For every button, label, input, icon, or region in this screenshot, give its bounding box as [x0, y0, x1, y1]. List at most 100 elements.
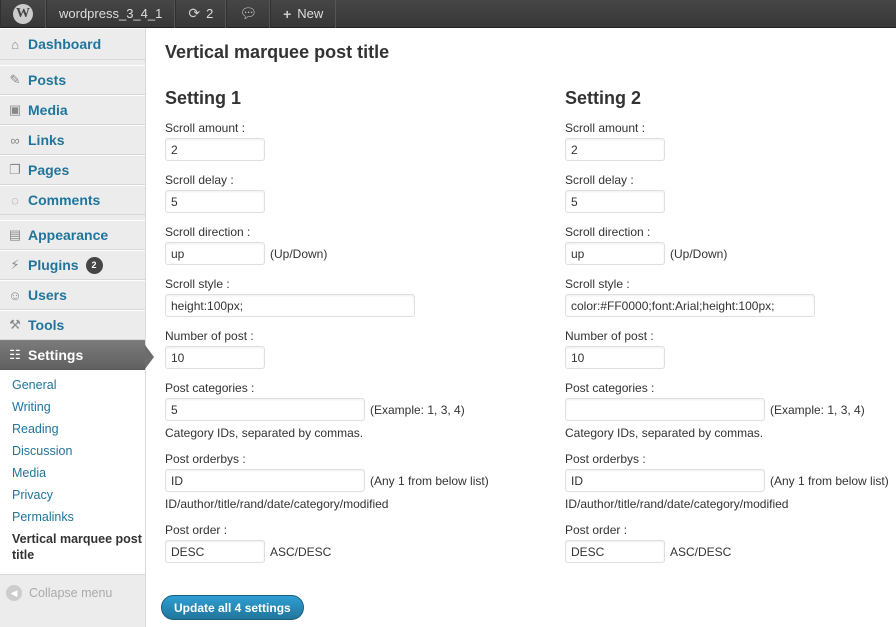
sidebar-item-label: Media [28, 102, 68, 118]
post-orderby-field: Post orderbys : (Any 1 from below list) … [565, 452, 896, 511]
scroll-delay-input[interactable] [165, 190, 265, 213]
field-hint: (Example: 1, 3, 4) [370, 402, 465, 417]
sidebar-item-users[interactable]: ☺ Users [0, 280, 145, 310]
scroll-amount-input[interactable] [565, 138, 665, 161]
sidebar-item-dashboard[interactable]: ⌂ Dashboard [0, 28, 145, 60]
scroll-direction-field: Scroll direction : (Up/Down) [165, 225, 505, 265]
post-categories-input[interactable] [165, 398, 365, 421]
scroll-style-field: Scroll style : [165, 277, 505, 317]
scroll-style-input[interactable] [165, 294, 415, 317]
new-content-button[interactable]: + New [270, 0, 337, 28]
collapse-arrow-icon: ◀ [6, 585, 22, 601]
field-hint: ASC/DESC [670, 544, 732, 559]
field-label: Post orderbys : [565, 452, 646, 466]
sidebar-item-label: Dashboard [28, 36, 102, 52]
scroll-direction-input[interactable] [165, 242, 265, 265]
post-categories-input[interactable] [565, 398, 765, 421]
sidebar-item-label: Posts [28, 72, 67, 88]
field-description: Category IDs, separated by commas. [165, 426, 364, 440]
collapse-menu-button[interactable]: ◀ Collapse menu [0, 575, 145, 601]
field-label: Scroll direction : [565, 225, 651, 239]
submenu-item-permalinks[interactable]: Permalinks [0, 506, 145, 528]
post-orderby-input[interactable] [165, 469, 365, 492]
wordpress-logo-icon: W [13, 3, 33, 24]
page-title: Vertical marquee post title [165, 42, 390, 62]
post-order-input[interactable] [165, 540, 265, 563]
refresh-icon: ⟳ [188, 5, 201, 21]
setting-heading: Setting 1 [165, 88, 242, 108]
submenu-item-discussion[interactable]: Discussion [0, 440, 145, 462]
field-label: Number of post : [165, 329, 254, 343]
sidebar-item-label: Settings [28, 347, 84, 363]
post-order-input[interactable] [565, 540, 665, 563]
field-hint: (Any 1 from below list) [770, 473, 889, 488]
submenu-item-vertical-marquee[interactable]: Vertical marquee post title [0, 528, 145, 566]
pin-icon: ✎ [9, 72, 21, 87]
update-settings-button[interactable]: Update all 4 settings [161, 595, 304, 620]
appearance-icon: ▤ [8, 227, 22, 242]
submenu-item-reading[interactable]: Reading [0, 418, 145, 440]
submenu-item-media[interactable]: Media [0, 462, 145, 484]
sidebar-item-links[interactable]: ∞ Links [0, 125, 145, 155]
sidebar-item-plugins[interactable]: ⚡︎ Plugins 2 [0, 250, 145, 280]
field-label: Number of post : [565, 329, 654, 343]
updates-button[interactable]: ⟳ 2 [175, 0, 227, 28]
main-content: Vertical marquee post title Setting 1 Sc… [161, 28, 896, 627]
post-order-field: Post order : ASC/DESC [565, 523, 896, 563]
plus-icon: + [283, 5, 292, 22]
number-of-post-input[interactable] [165, 346, 265, 369]
sidebar-item-label: Comments [28, 192, 101, 208]
field-label: Scroll delay : [565, 173, 634, 187]
updates-count: 2 [206, 6, 214, 21]
field-label: Scroll direction : [165, 225, 251, 239]
sidebar-item-tools[interactable]: ⚒︎ Tools [0, 310, 145, 340]
number-of-post-field: Number of post : [565, 329, 896, 369]
scroll-direction-input[interactable] [565, 242, 665, 265]
sidebar-item-comments[interactable]: ◌ Comments [0, 185, 145, 215]
post-orderby-field: Post orderbys : (Any 1 from below list) … [165, 452, 505, 511]
submenu-item-privacy[interactable]: Privacy [0, 484, 145, 506]
site-name-link[interactable]: wordpress_3_4_1 [46, 0, 176, 28]
field-label: Scroll delay : [165, 173, 234, 187]
sidebar-item-media[interactable]: ▣ Media [0, 95, 145, 125]
submenu-item-general[interactable]: General [0, 374, 145, 396]
setting-2-panel: Setting 2 Scroll amount : Scroll delay :… [565, 88, 896, 575]
setting-1-panel: Setting 1 Scroll amount : Scroll delay :… [165, 88, 505, 575]
settings-icon: ☷ [9, 347, 21, 362]
comments-button[interactable]: 💬︎ [226, 0, 271, 28]
sidebar-item-posts[interactable]: ✎ Posts [0, 65, 145, 95]
sidebar-item-appearance[interactable]: ▤ Appearance [0, 220, 145, 250]
post-orderby-input[interactable] [565, 469, 765, 492]
scroll-delay-field: Scroll delay : [165, 173, 505, 213]
media-icon: ▣ [8, 102, 22, 117]
post-categories-field: Post categories : (Example: 1, 3, 4) Cat… [165, 381, 505, 440]
admin-sidebar: ⌂ Dashboard ✎ Posts ▣ Media ∞ Links ❐ Pa… [0, 28, 154, 627]
field-description: Category IDs, separated by commas. [565, 426, 764, 440]
field-description: ID/author/title/rand/date/category/modif… [565, 497, 789, 511]
scroll-amount-field: Scroll amount : [565, 121, 896, 161]
sidebar-item-settings[interactable]: ☷ Settings [0, 340, 154, 370]
scroll-amount-input[interactable] [165, 138, 265, 161]
sidebar-item-label: Links [28, 132, 65, 148]
number-of-post-input[interactable] [565, 346, 665, 369]
number-of-post-field: Number of post : [165, 329, 505, 369]
sidebar-item-label: Tools [28, 317, 65, 333]
scroll-delay-field: Scroll delay : [565, 173, 896, 213]
home-icon: ⌂ [11, 36, 19, 52]
site-name: wordpress_3_4_1 [59, 6, 163, 21]
field-label: Post order : [165, 523, 228, 537]
setting-heading: Setting 2 [565, 88, 642, 108]
plugin-icon: ⚡︎ [10, 257, 20, 272]
field-hint: ASC/DESC [270, 544, 332, 559]
scroll-delay-input[interactable] [565, 190, 665, 213]
admin-bar: W wordpress_3_4_1 ⟳ 2 💬︎ + New [0, 0, 896, 28]
field-label: Post order : [565, 523, 628, 537]
scroll-style-input[interactable] [565, 294, 815, 317]
sidebar-item-pages[interactable]: ❐ Pages [0, 155, 145, 185]
settings-submenu: General Writing Reading Discussion Media… [0, 370, 145, 575]
field-label: Scroll style : [165, 277, 230, 291]
wordpress-logo-button[interactable]: W [0, 0, 46, 28]
new-label: New [297, 6, 324, 21]
comment-bubble-icon: 💬︎ [239, 5, 258, 21]
submenu-item-writing[interactable]: Writing [0, 396, 145, 418]
